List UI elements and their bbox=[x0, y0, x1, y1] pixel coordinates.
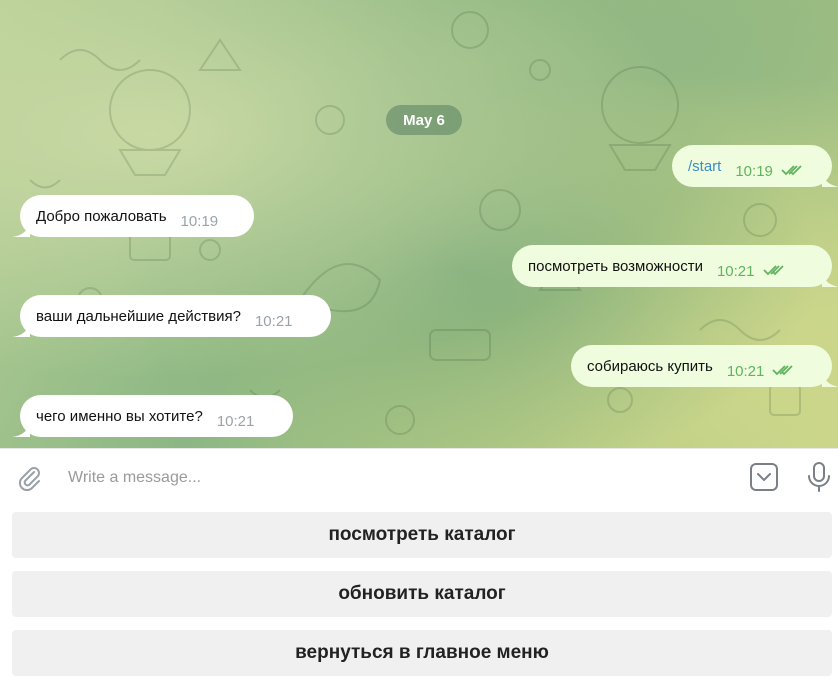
double-check-icon bbox=[762, 265, 784, 276]
bubble-tail bbox=[822, 171, 838, 187]
bubble-tail bbox=[822, 271, 838, 287]
double-check-icon bbox=[781, 165, 802, 176]
message-time: 10:19 bbox=[735, 162, 773, 180]
message-bubble-outgoing[interactable]: /start 10:19 bbox=[672, 145, 838, 187]
keyboard-button-refresh-catalog[interactable]: обновить каталог bbox=[12, 571, 832, 617]
message-time: 10:21 bbox=[716, 262, 755, 280]
microphone-icon[interactable] bbox=[806, 461, 832, 493]
bubble-tail bbox=[12, 221, 30, 237]
bubble-tail bbox=[12, 421, 30, 437]
date-separator: May 6 bbox=[386, 105, 462, 135]
message-time: 10:21 bbox=[216, 412, 255, 430]
message-text: ваши дальнейшие действия? bbox=[36, 307, 241, 325]
double-check-icon bbox=[772, 365, 794, 376]
keyboard-button-view-catalog[interactable]: посмотреть каталог bbox=[12, 512, 832, 558]
chat-area[interactable]: May 6 /start 10:19 Добро пожаловать 10:1… bbox=[0, 0, 838, 448]
bubble-tail bbox=[822, 371, 838, 387]
message-text: Добро пожаловать bbox=[36, 207, 167, 225]
message-bubble-incoming[interactable]: ваши дальнейшие действия? 10:21 bbox=[12, 295, 331, 337]
message-bubble-incoming[interactable]: Добро пожаловать 10:19 bbox=[12, 195, 254, 237]
message-bubble-outgoing[interactable]: собираюсь купить 10:21 bbox=[571, 345, 838, 387]
bot-command-link[interactable]: /start bbox=[688, 158, 721, 175]
message-text: чего именно вы хотите? bbox=[36, 407, 203, 425]
message-time: 10:21 bbox=[726, 362, 765, 380]
message-text: посмотреть возможности bbox=[528, 257, 703, 275]
message-composer bbox=[0, 448, 838, 505]
message-text: собираюсь купить bbox=[587, 357, 713, 375]
message-input[interactable] bbox=[66, 465, 690, 491]
message-bubble-outgoing[interactable]: посмотреть возможности 10:21 bbox=[512, 245, 838, 287]
message-time: 10:21 bbox=[254, 312, 293, 330]
keyboard-button-main-menu[interactable]: вернуться в главное меню bbox=[12, 630, 832, 676]
message-time: 10:19 bbox=[180, 212, 219, 230]
message-bubble-incoming[interactable]: чего именно вы хотите? 10:21 bbox=[12, 395, 293, 437]
paperclip-icon[interactable] bbox=[15, 463, 43, 491]
bot-keyboard-icon[interactable] bbox=[749, 462, 779, 492]
bubble-tail bbox=[12, 321, 30, 337]
